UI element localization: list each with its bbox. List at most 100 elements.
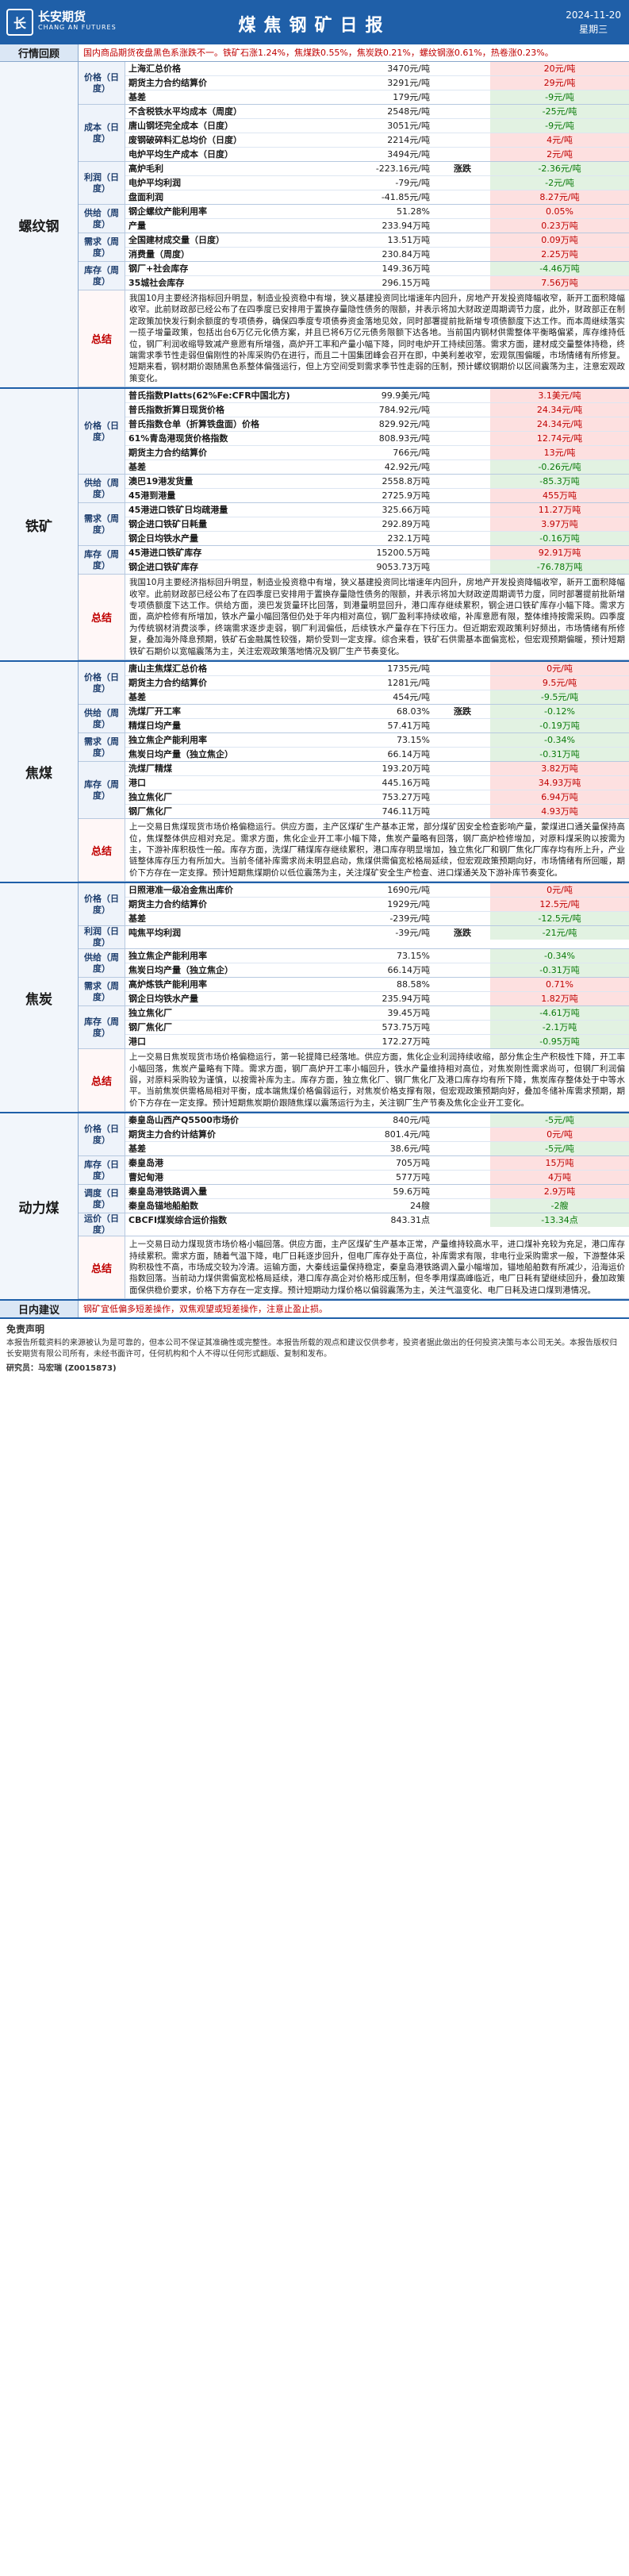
- report-weekday: 星期三: [579, 24, 608, 35]
- indicator-change: -4.61万吨: [490, 1006, 629, 1021]
- change-header: [435, 119, 490, 133]
- indicator-value: 172.27万吨: [382, 1036, 431, 1048]
- indicator-row: 钢企螺纹产能利用率 51.28% 0.05%: [125, 205, 629, 219]
- indicator-value: 39.45万吨: [387, 1008, 431, 1019]
- indicator-row: 废钢破碎料汇总均价（日度） 2214元/吨 4元/吨: [125, 133, 629, 148]
- section-body: 价格（日度） 唐山主焦煤汇总价格 1735元/吨 0元/吨 期货主力合约结算价 1281元…: [79, 662, 629, 882]
- change-header: 涨跌: [454, 706, 471, 717]
- indicator-change: -0.34%: [490, 949, 629, 963]
- indicator-name: 消费量（周度）: [128, 249, 190, 260]
- indicator-group: 需求（周度） 高炉炼铁产能利用率 88.58% 0.71% 钢企日均铁水产量 235.94…: [79, 978, 629, 1007]
- change-header: [435, 676, 490, 690]
- indicator-value: 843.31点: [390, 1215, 431, 1226]
- intraday-advice-row: 日内建议 钢矿宜低偏多短差操作，双焦观望或短差操作，注意止盈止损。: [0, 1301, 629, 1320]
- indicator-value: 42.92元/吨: [384, 462, 430, 473]
- indicator-value: 233.94万吨: [382, 221, 431, 231]
- group-label: 价格（日度）: [79, 389, 125, 475]
- indicator-row: 盘面利润 -41.85元/吨 8.27元/吨: [125, 190, 629, 204]
- indicator-change: 3.1美元/吨: [490, 389, 629, 403]
- indicator-value: 2558.8万吨: [382, 476, 431, 487]
- indicator-group: 价格（日度） 秦皇岛山西产Q5500市场价 840元/吨 -5元/吨 期货主力合约计结算…: [79, 1113, 629, 1157]
- indicator-name: 唐山主焦煤汇总价格: [128, 663, 207, 675]
- group-label: 供给（周度）: [79, 949, 125, 978]
- section-label: 动力煤: [0, 1113, 79, 1300]
- indicator-row: 洗煤厂精煤 193.20万吨 3.82万吨: [125, 762, 629, 777]
- group-label: 需求（周度）: [79, 733, 125, 762]
- indicator-value: -41.85元/吨: [381, 192, 430, 202]
- indicator-value: 705万吨: [396, 1158, 430, 1169]
- indicator-value: 2214元/吨: [387, 135, 430, 145]
- indicator-change: 4.93万吨: [490, 805, 629, 819]
- indicator-row: 电炉平均利润 -79元/吨 -2元/吨: [125, 176, 629, 190]
- indicator-value: 57.41万吨: [387, 721, 431, 732]
- indicator-name: 秦皇岛港: [128, 1158, 163, 1169]
- indicator-value: 1690元/吨: [387, 885, 430, 896]
- indicator-row: 唐山钢坯完全成本（日度） 3051元/吨 -9元/吨: [125, 119, 629, 133]
- indicator-row: 秦皇岛锚地船舶数 24艘 -2艘: [125, 1199, 629, 1213]
- indicator-name: 基差: [128, 92, 146, 102]
- indicator-name: 曹妃甸港: [128, 1172, 163, 1183]
- change-header: [435, 762, 490, 775]
- summary-row: 总结 我国10月主要经济指标回升明显，制造业投资稳中有增，狭义基建投资同比增速年内…: [79, 575, 629, 661]
- indicator-name: 基差: [128, 692, 146, 703]
- group-label: 需求（周度）: [79, 503, 125, 546]
- indicator-row: 普氏指数折算日现货价格 784.92元/吨 24.34元/吨: [125, 403, 629, 418]
- indicator-change: -0.34%: [490, 733, 629, 748]
- indicator-value: 2548元/吨: [387, 106, 430, 117]
- indicator-change: -25元/吨: [490, 105, 629, 118]
- group-label: 价格（日度）: [79, 1113, 125, 1156]
- indicator-change: -9元/吨: [490, 90, 629, 104]
- indicator-change: 0.71%: [490, 978, 629, 992]
- indicator-value: 1929元/吨: [387, 899, 430, 910]
- change-header: [435, 1113, 490, 1127]
- group-label: 库存（周度）: [79, 1006, 125, 1049]
- indicator-change: 6.94万吨: [490, 790, 629, 805]
- indicator-change: -9元/吨: [490, 119, 629, 133]
- indicator-change: 92.91万吨: [490, 546, 629, 560]
- indicator-value: 73.15%: [397, 735, 430, 746]
- indicator-name: 精煤日均产量: [128, 721, 181, 732]
- disclaimer-text: 本报告所载资料的来源被认为是可靠的，但本公司不保证其准确性或完整性。本报告所载的…: [6, 1339, 617, 1359]
- indicator-group: 价格（日度） 普氏指数Platts(62%Fe:CFR中国北方) 99.9美元/吨 3…: [79, 389, 629, 475]
- indicator-change: -2艘: [490, 1199, 629, 1213]
- indicator-name: 普氏指数折算日现货价格: [128, 405, 224, 416]
- indicator-value: 179元/吨: [393, 92, 430, 102]
- indicator-row: 基差 454元/吨 -9.5元/吨: [125, 690, 629, 705]
- change-header: [435, 546, 490, 559]
- change-header: [435, 417, 490, 431]
- indicator-name: 钢企进口铁矿库存: [128, 562, 198, 573]
- indicator-value: 59.6万吨: [393, 1186, 431, 1198]
- indicator-value: 3494元/吨: [387, 149, 430, 160]
- indicator-row: 基差 38.6元/吨 -5元/吨: [125, 1142, 629, 1156]
- indicator-name: 独立焦企产能利用率: [128, 735, 207, 746]
- indicator-value: 801.4元/吨: [384, 1129, 430, 1140]
- market-review-row: 行情回顾 国内商品期货夜盘黑色系涨跌不一。铁矿石涨1.24%，焦煤跌0.55%，…: [0, 44, 629, 62]
- change-header: [435, 276, 490, 290]
- group-label: 运价（日度）: [79, 1213, 125, 1236]
- indicator-value: 753.27万吨: [382, 792, 431, 803]
- change-header: [435, 62, 490, 75]
- change-header: [435, 1213, 490, 1227]
- summary-text: 上一交易日焦煤现货市场价格偏稳运行。供应方面，主产区煤矿生产基本正常，部分煤矿因…: [129, 822, 625, 878]
- indicator-change: 2.9万吨: [490, 1185, 629, 1199]
- change-header: [435, 560, 490, 574]
- indicator-row: 期货主力合约结算价 1929元/吨 12.5元/吨: [125, 898, 629, 913]
- group-label: 库存（日度）: [79, 1156, 125, 1185]
- indicator-change: 455万吨: [490, 489, 629, 503]
- change-header: [435, 1128, 490, 1141]
- change-header: [435, 662, 490, 675]
- indicator-group: 库存（周度） 45港进口铁矿库存 15200.5万吨 92.91万吨 钢企进口铁矿库存 9…: [79, 546, 629, 575]
- indicator-name: 电炉平均生产成本（日度）: [128, 149, 233, 160]
- change-header: [435, 148, 490, 161]
- indicator-change: -5元/吨: [490, 1142, 629, 1156]
- change-header: [435, 403, 490, 417]
- change-header: [435, 389, 490, 402]
- indicator-group: 需求（周度） 独立焦企产能利用率 73.15% -0.34% 焦炭日均产量（独立焦企） 6…: [79, 733, 629, 763]
- group-label: 库存（周度）: [79, 546, 125, 575]
- group-label: 成本（日度）: [79, 105, 125, 161]
- indicator-name: 日照港准一级冶金焦出库价: [128, 885, 233, 896]
- indicator-row: 45港到港量 2725.9万吨 455万吨: [125, 489, 629, 503]
- indicator-name: 吨焦平均利润: [128, 928, 181, 939]
- indicator-change: 34.93万吨: [490, 776, 629, 790]
- indicator-change: 0.09万吨: [490, 233, 629, 247]
